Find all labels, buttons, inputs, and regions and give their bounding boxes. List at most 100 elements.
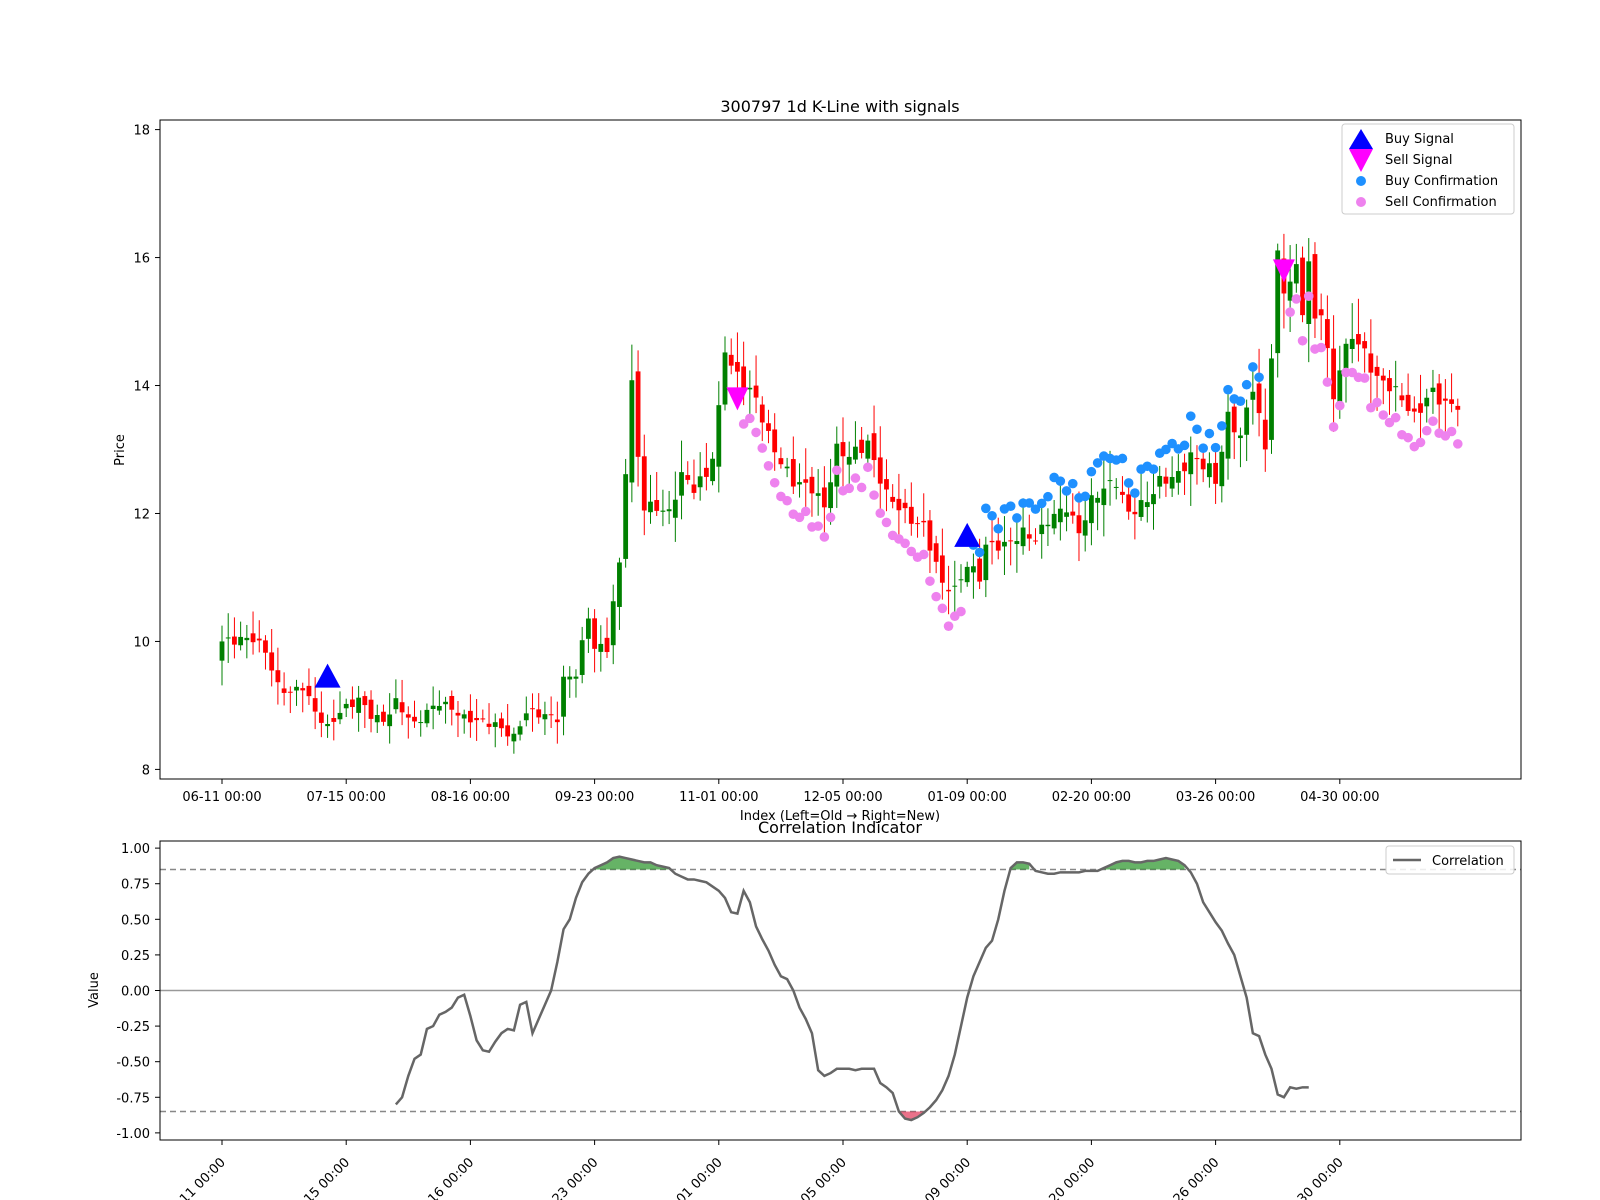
- sell-confirmation-point: [850, 473, 861, 483]
- candle-body: [343, 703, 349, 709]
- buy-confirmation-point: [1204, 428, 1215, 439]
- candle-body: [809, 476, 815, 494]
- candle-body: [1225, 411, 1231, 459]
- candle-body: [418, 722, 424, 724]
- candle-body: [1411, 408, 1417, 412]
- candle-body: [393, 698, 399, 710]
- sell-confirmation-point: [875, 508, 886, 519]
- candle-body: [530, 708, 535, 710]
- candle-body: [1393, 386, 1399, 388]
- candle-body: [989, 540, 995, 543]
- candle-body: [623, 474, 629, 559]
- sell-confirmation-point: [1328, 422, 1339, 432]
- candle-body: [1318, 309, 1324, 316]
- candle-body: [1051, 513, 1057, 529]
- candle-body: [1250, 391, 1256, 400]
- candle-body: [1188, 452, 1194, 475]
- candle-body: [1132, 511, 1138, 515]
- candle-body: [1312, 254, 1318, 319]
- candle-body: [1380, 375, 1386, 381]
- candle-body: [1101, 488, 1107, 506]
- buy-confirmation-point: [1198, 443, 1208, 454]
- candle-body: [1089, 495, 1094, 524]
- candle-body: [803, 479, 809, 483]
- candle-body: [635, 371, 641, 457]
- candle-body: [405, 714, 411, 718]
- sell-confirmation-point: [1390, 412, 1401, 423]
- candle-body: [1194, 457, 1200, 460]
- candle-body: [710, 458, 715, 482]
- candle-body: [1113, 486, 1119, 488]
- candle-body: [1238, 435, 1243, 439]
- candle-body: [703, 467, 709, 477]
- candle-body: [1020, 527, 1026, 547]
- candle-body: [474, 717, 480, 721]
- kline-y-tick-label: 10: [133, 635, 150, 650]
- kline-legend: Buy Signal Sell Signal Buy Confirmation …: [1341, 123, 1515, 215]
- buy-confirmation-point: [1067, 478, 1078, 489]
- correlation-title: Correlation Indicator: [758, 818, 922, 837]
- candle-body: [455, 712, 461, 716]
- correlation-y-tick-label: -0.25: [116, 1020, 150, 1035]
- candle-body: [325, 723, 330, 727]
- correlation-y-axis-label: Value: [87, 972, 102, 1008]
- candle-body: [1368, 353, 1374, 373]
- sell-confirmation-point: [1421, 425, 1432, 436]
- sell-confirmation-point: [782, 495, 792, 506]
- candle-body: [424, 709, 430, 724]
- buy-confirmation-point: [1217, 421, 1227, 431]
- candle-body: [834, 443, 840, 487]
- candle-body: [567, 676, 573, 680]
- candle-body: [468, 710, 473, 723]
- candle-body: [853, 446, 858, 460]
- kline-y-tick-label: 12: [133, 507, 150, 522]
- candle-body: [952, 585, 958, 587]
- candle-body: [933, 543, 939, 562]
- sell-confirmation-point: [745, 413, 755, 424]
- candle-body: [579, 640, 585, 675]
- sell-confirmation-point: [1446, 426, 1457, 437]
- candle-body: [977, 558, 983, 582]
- candle-body: [244, 637, 250, 641]
- legend-label-sell-signal: Sell Signal: [1385, 153, 1453, 168]
- candle-body: [1033, 540, 1038, 542]
- buy-confirmation-point: [1254, 372, 1264, 383]
- candle-body: [1231, 406, 1237, 433]
- candle-body: [859, 439, 865, 453]
- candle-body: [1269, 358, 1274, 440]
- candle-body: [877, 457, 883, 484]
- candle-body: [1144, 502, 1150, 508]
- candle-body: [629, 380, 635, 483]
- sell-confirmation-point: [856, 482, 867, 493]
- candle-body: [269, 652, 275, 671]
- kline-y-axis-label: Price: [113, 434, 128, 466]
- candle-body: [1424, 397, 1430, 407]
- candle-body: [896, 498, 902, 511]
- sell-confirmation-point: [751, 427, 761, 438]
- candle-body: [958, 579, 964, 581]
- buy-confirmation-point: [1117, 453, 1128, 464]
- candle-body: [598, 643, 604, 652]
- kline-x-tick-label: 12-05 00:00: [803, 790, 882, 805]
- candle-body: [1095, 497, 1101, 503]
- sell-confirmation-point: [1403, 432, 1413, 443]
- candle-body: [430, 705, 436, 710]
- candle-body: [1175, 471, 1181, 483]
- candle-body: [263, 640, 268, 653]
- candle-body: [1430, 387, 1436, 392]
- candle-body: [374, 715, 380, 723]
- buy-confirmation-point: [1012, 513, 1022, 523]
- buy-confirmation-point: [981, 503, 991, 514]
- candle-body: [964, 566, 970, 583]
- candle-body: [753, 385, 759, 398]
- kline-title: 300797 1d K-Line with signals: [720, 97, 959, 116]
- candle-body: [648, 501, 653, 513]
- sell-confirmation-point: [819, 532, 830, 542]
- sell-confirmation-point: [831, 465, 842, 476]
- buy-confirmation-point: [1185, 411, 1196, 421]
- candle-body: [461, 714, 467, 719]
- candle-body: [846, 456, 852, 465]
- sell-confirmation-point: [1372, 397, 1382, 408]
- sell-confirmation-point: [1285, 307, 1295, 318]
- candle-body: [306, 685, 312, 697]
